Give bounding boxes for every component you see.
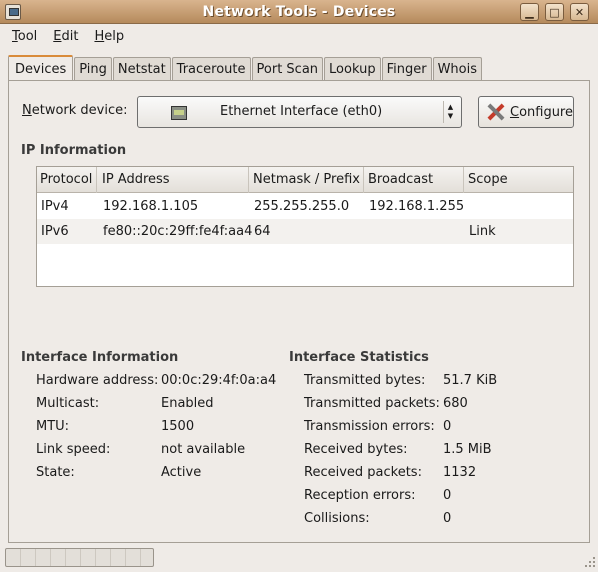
transmission-errors-label: Transmission errors: xyxy=(304,419,435,434)
transmitted-packets-value: 680 xyxy=(443,396,468,411)
column-broadcast[interactable]: Broadcast xyxy=(365,167,464,193)
progress-bar xyxy=(5,548,154,567)
interface-statistics-title: Interface Statistics xyxy=(289,350,429,365)
tools-icon xyxy=(485,101,506,123)
transmitted-bytes-label: Transmitted bytes: xyxy=(304,373,426,388)
table-header: Protocol IP Address Netmask / Prefix Bro… xyxy=(37,167,573,193)
tab-ping[interactable]: Ping xyxy=(74,57,112,81)
network-device-value: Ethernet Interface (eth0) xyxy=(220,104,383,119)
mtu-label: MTU: xyxy=(36,419,70,434)
hardware-address-value: 00:0c:29:4f:0a:a4 xyxy=(161,373,277,388)
tab-netstat[interactable]: Netstat xyxy=(112,57,171,81)
column-protocol[interactable]: Protocol xyxy=(37,167,97,193)
tab-lookup[interactable]: Lookup xyxy=(324,57,381,81)
tab-traceroute[interactable]: Traceroute xyxy=(171,57,251,81)
resize-grip-icon[interactable] xyxy=(584,556,596,568)
link-speed-label: Link speed: xyxy=(36,442,111,457)
received-bytes-value: 1.5 MiB xyxy=(443,442,492,457)
configure-label: Configure xyxy=(509,104,573,120)
table-cell: fe80::20c:29ff:fe4f:aa4 xyxy=(103,224,253,239)
table-row[interactable]: IPv4 192.168.1.105 255.255.255.0 192.168… xyxy=(37,194,573,219)
tab-devices[interactable]: Devices xyxy=(8,55,74,82)
tab-finger[interactable]: Finger xyxy=(381,57,432,81)
reception-errors-value: 0 xyxy=(443,488,452,503)
menu-edit[interactable]: Edit xyxy=(45,29,86,44)
column-scope[interactable]: Scope xyxy=(465,167,573,193)
menu-bar: Tool Edit Help xyxy=(0,24,598,48)
ip-information-title: IP Information xyxy=(21,143,127,158)
table-cell: 255.255.255.0 xyxy=(254,199,350,214)
table-cell: Link xyxy=(469,224,496,239)
interface-information-title: Interface Information xyxy=(21,350,179,365)
tab-port-scan[interactable]: Port Scan xyxy=(251,57,324,81)
table-cell: IPv4 xyxy=(41,199,69,214)
state-label: State: xyxy=(36,465,75,480)
table-row[interactable]: IPv6 fe80::20c:29ff:fe4f:aa4 64 Link xyxy=(37,219,573,244)
menu-help[interactable]: Help xyxy=(86,29,132,44)
updown-arrows-icon: ▲ ▼ xyxy=(443,101,457,123)
multicast-label: Multicast: xyxy=(36,396,100,411)
table-cell: 64 xyxy=(254,224,271,239)
collisions-label: Collisions: xyxy=(304,511,370,526)
tab-bar: Devices Ping Netstat Traceroute Port Sca… xyxy=(8,54,483,82)
network-device-label: Network device: xyxy=(22,103,128,118)
column-ip-address[interactable]: IP Address xyxy=(99,167,249,193)
received-packets-value: 1132 xyxy=(443,465,477,480)
table-cell: 192.168.1.105 xyxy=(103,199,199,214)
link-speed-value: not available xyxy=(161,442,246,457)
menu-tool[interactable]: Tool xyxy=(4,29,45,44)
transmitted-packets-label: Transmitted packets: xyxy=(304,396,440,411)
app-icon[interactable] xyxy=(5,4,21,20)
received-bytes-label: Received bytes: xyxy=(304,442,408,457)
tab-whois[interactable]: Whois xyxy=(432,57,482,81)
window-title: Network Tools - Devices xyxy=(202,3,396,20)
table-cell: 192.168.1.255 xyxy=(369,199,465,214)
close-button[interactable]: ✕ xyxy=(570,3,589,21)
collisions-value: 0 xyxy=(443,511,452,526)
title-bar[interactable]: Network Tools - Devices ▁ □ ✕ xyxy=(0,0,598,24)
state-value: Active xyxy=(161,465,202,480)
mtu-value: 1500 xyxy=(161,419,195,434)
transmitted-bytes-value: 51.7 KiB xyxy=(443,373,498,388)
configure-button[interactable]: Configure xyxy=(478,96,574,128)
transmission-errors-value: 0 xyxy=(443,419,452,434)
minimize-button[interactable]: ▁ xyxy=(520,3,539,21)
received-packets-label: Received packets: xyxy=(304,465,422,480)
maximize-button[interactable]: □ xyxy=(545,3,564,21)
hardware-address-label: Hardware address: xyxy=(36,373,159,388)
column-netmask[interactable]: Netmask / Prefix xyxy=(250,167,364,193)
reception-errors-label: Reception errors: xyxy=(304,488,416,503)
ip-information-table[interactable]: Protocol IP Address Netmask / Prefix Bro… xyxy=(36,166,574,287)
network-device-select[interactable]: Ethernet Interface (eth0) ▲ ▼ xyxy=(137,96,462,128)
table-cell: IPv6 xyxy=(41,224,69,239)
ethernet-card-icon xyxy=(171,106,187,120)
multicast-value: Enabled xyxy=(161,396,214,411)
